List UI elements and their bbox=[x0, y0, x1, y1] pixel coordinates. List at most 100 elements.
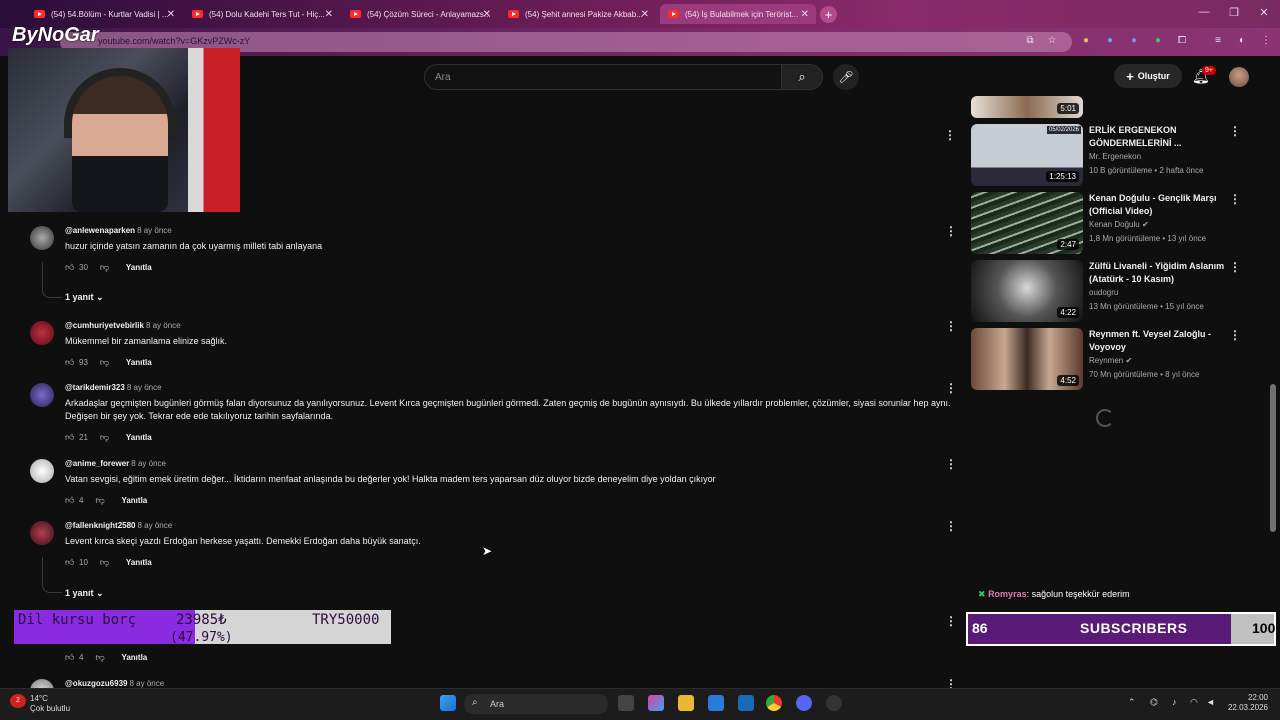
browser-tab[interactable]: (54) Dolu Kadehi Ters Tut - Hiç... ✕ bbox=[184, 4, 340, 24]
comment-time[interactable]: 8 ay önce bbox=[137, 226, 172, 235]
reply-button[interactable]: Yanıtla bbox=[126, 433, 152, 442]
reading-list-icon[interactable]: ≡ bbox=[1212, 35, 1224, 47]
comment-menu-icon[interactable]: ⋮ bbox=[945, 519, 957, 533]
windows-start-icon[interactable] bbox=[440, 695, 456, 711]
like-icon[interactable]: 👍︎ bbox=[65, 262, 75, 273]
video-title[interactable]: ERLİK ERGENEKON GÖNDERMELERİNİ ... bbox=[1089, 124, 1229, 150]
tray-chevron-icon[interactable]: ⌃ bbox=[1128, 697, 1136, 708]
video-title[interactable]: Kenan Doğulu - Gençlik Marşı (Official V… bbox=[1089, 192, 1229, 218]
comment-menu-icon[interactable]: ⋮ bbox=[945, 614, 957, 628]
close-icon[interactable]: ✕ bbox=[801, 9, 809, 20]
install-icon[interactable]: ⧉ bbox=[1024, 35, 1036, 47]
like-icon[interactable]: 👍︎ bbox=[65, 432, 75, 443]
weather-icon[interactable]: 2 bbox=[10, 694, 26, 708]
file-explorer-icon[interactable] bbox=[678, 695, 694, 711]
comment-author[interactable]: @anlewenaparken bbox=[65, 226, 135, 235]
dislike-icon[interactable]: 👎︎ bbox=[100, 262, 110, 273]
like-icon[interactable]: 👍︎ bbox=[65, 652, 75, 663]
extensions-puzzle-icon[interactable]: ⧠ bbox=[1176, 35, 1188, 47]
comment-author[interactable]: @okuzgozu6939 bbox=[65, 679, 127, 688]
video-thumbnail[interactable]: 05/02/2026 1:25:13 bbox=[971, 124, 1083, 186]
related-video[interactable]: 4:22 Zülfü Livaneli - Yiğidim Aslanım (A… bbox=[971, 260, 1266, 322]
network-icon[interactable]: ⌬ bbox=[1150, 697, 1158, 708]
search-input[interactable]: Ara bbox=[424, 64, 782, 90]
replies-toggle[interactable]: 1 yanıt ⌄ bbox=[65, 292, 104, 303]
comment-time[interactable]: 8 ay önce bbox=[138, 521, 173, 530]
comment-time[interactable]: 8 ay önce bbox=[131, 459, 166, 468]
like-icon[interactable]: 👍︎ bbox=[65, 357, 75, 368]
voice-search-button[interactable]: 🎤︎ bbox=[833, 64, 859, 90]
comment-author[interactable]: @tarikdemir323 bbox=[65, 383, 125, 392]
close-icon[interactable]: ✕ bbox=[641, 9, 649, 20]
discord-icon[interactable] bbox=[796, 695, 812, 711]
bookmark-star-icon[interactable]: ☆ bbox=[1046, 35, 1058, 47]
mic-tray-icon[interactable]: ♪ bbox=[1172, 697, 1177, 707]
reply-button[interactable]: Yanıtla bbox=[126, 558, 152, 567]
browser-tab[interactable]: (54) Şehit annesi Pakize Akbab... ✕ bbox=[500, 4, 656, 24]
related-video[interactable]: 4:52 Reynmen ft. Veysel Zaloğlu - Voyovo… bbox=[971, 328, 1266, 390]
video-thumbnail[interactable]: 4:52 bbox=[971, 328, 1083, 390]
comment-time[interactable]: 8 ay önce bbox=[129, 679, 164, 688]
avatar[interactable] bbox=[30, 226, 54, 250]
related-video[interactable]: 05/02/2026 1:25:13 ERLİK ERGENEKON GÖNDER… bbox=[971, 124, 1266, 186]
video-thumbnail[interactable]: 4:22 bbox=[971, 260, 1083, 322]
comment-menu-icon[interactable]: ⋮ bbox=[945, 319, 957, 333]
weather-widget[interactable]: 14°C Çok bulutlu bbox=[30, 694, 70, 714]
avatar[interactable] bbox=[30, 521, 54, 545]
channel-name[interactable]: Reynmen bbox=[1089, 356, 1123, 365]
comment-menu-icon[interactable]: ⋮ bbox=[945, 457, 957, 471]
calculator-icon[interactable] bbox=[738, 695, 754, 711]
reply-button[interactable]: Yanıtla bbox=[126, 358, 152, 367]
avatar[interactable] bbox=[30, 321, 54, 345]
dislike-icon[interactable]: 👎︎ bbox=[95, 495, 105, 506]
comment-author[interactable]: @anime_forewer bbox=[65, 459, 129, 468]
obs-icon[interactable] bbox=[826, 695, 842, 711]
profile-icon[interactable]: ◐ bbox=[1236, 35, 1248, 47]
video-menu-icon[interactable]: ⋮ bbox=[1229, 124, 1241, 138]
video-thumbnail[interactable]: 5:01 bbox=[971, 96, 1083, 118]
dislike-icon[interactable]: 👎︎ bbox=[100, 432, 110, 443]
video-menu-icon[interactable]: ⋮ bbox=[1229, 328, 1241, 342]
system-clock[interactable]: 22:00 22.03.2026 bbox=[1222, 693, 1268, 713]
video-title[interactable]: Zülfü Livaneli - Yiğidim Aslanım (Atatür… bbox=[1089, 260, 1229, 286]
menu-dots-icon[interactable]: ⋮ bbox=[1260, 35, 1272, 47]
avatar[interactable] bbox=[30, 459, 54, 483]
dislike-icon[interactable]: 👎︎ bbox=[100, 357, 110, 368]
channel-name[interactable]: Kenan Doğulu bbox=[1089, 220, 1140, 229]
comment-author[interactable]: @cumhuriyetvebirlik bbox=[65, 321, 144, 330]
browser-tab[interactable]: (54) 54.Bölüm - Kurtlar Vadisi | ... ✕ bbox=[26, 4, 182, 24]
close-icon[interactable]: ✕ bbox=[167, 9, 175, 20]
avatar[interactable] bbox=[30, 383, 54, 407]
store-icon[interactable] bbox=[708, 695, 724, 711]
scrollbar-thumb[interactable] bbox=[1270, 384, 1276, 532]
close-window-icon[interactable]: ✕ bbox=[1254, 6, 1274, 19]
video-thumbnail[interactable]: 2:47 bbox=[971, 192, 1083, 254]
related-video[interactable]: 5:01 bbox=[971, 56, 1266, 118]
video-menu-icon[interactable]: ⋮ bbox=[1229, 260, 1241, 274]
extension-icon[interactable]: ● bbox=[1152, 35, 1164, 47]
comment-menu-icon[interactable]: ⋮ bbox=[945, 224, 957, 238]
taskbar-search[interactable]: Ara bbox=[464, 694, 608, 714]
close-icon[interactable]: ✕ bbox=[483, 9, 491, 20]
reply-button[interactable]: Yanıtla bbox=[126, 263, 152, 272]
copilot-icon[interactable] bbox=[648, 695, 664, 711]
browser-tab[interactable]: (54) Çözüm Süreci - Anlayamazs... ✕ bbox=[342, 4, 498, 24]
browser-tab-active[interactable]: (54) İş Bulabilmek için Terörist... ✕ bbox=[660, 4, 816, 24]
comment-author[interactable]: @fallenknight2580 bbox=[65, 521, 136, 530]
more-actions-icon[interactable]: ⋮ bbox=[944, 128, 956, 142]
extension-icon[interactable]: ● bbox=[1104, 35, 1116, 47]
wifi-icon[interactable]: ◠ bbox=[1190, 697, 1198, 708]
close-icon[interactable]: ✕ bbox=[325, 9, 333, 20]
channel-name[interactable]: Mr. Ergenekon bbox=[1089, 152, 1141, 161]
comment-time[interactable]: 8 ay önce bbox=[127, 383, 162, 392]
chrome-icon[interactable] bbox=[766, 695, 782, 711]
comment-time[interactable]: 8 ay önce bbox=[146, 321, 181, 330]
replies-toggle[interactable]: 1 yanıt ⌄ bbox=[65, 588, 104, 599]
channel-name[interactable]: oudogru bbox=[1089, 288, 1118, 297]
volume-icon[interactable]: ◄ bbox=[1206, 697, 1215, 707]
reply-button[interactable]: Yanıtla bbox=[121, 653, 147, 662]
video-title[interactable]: Reynmen ft. Veysel Zaloğlu - Voyovoy bbox=[1089, 328, 1229, 354]
task-view-icon[interactable] bbox=[618, 695, 634, 711]
search-button[interactable]: ⌕ bbox=[781, 64, 823, 90]
minimize-icon[interactable]: — bbox=[1194, 6, 1214, 18]
